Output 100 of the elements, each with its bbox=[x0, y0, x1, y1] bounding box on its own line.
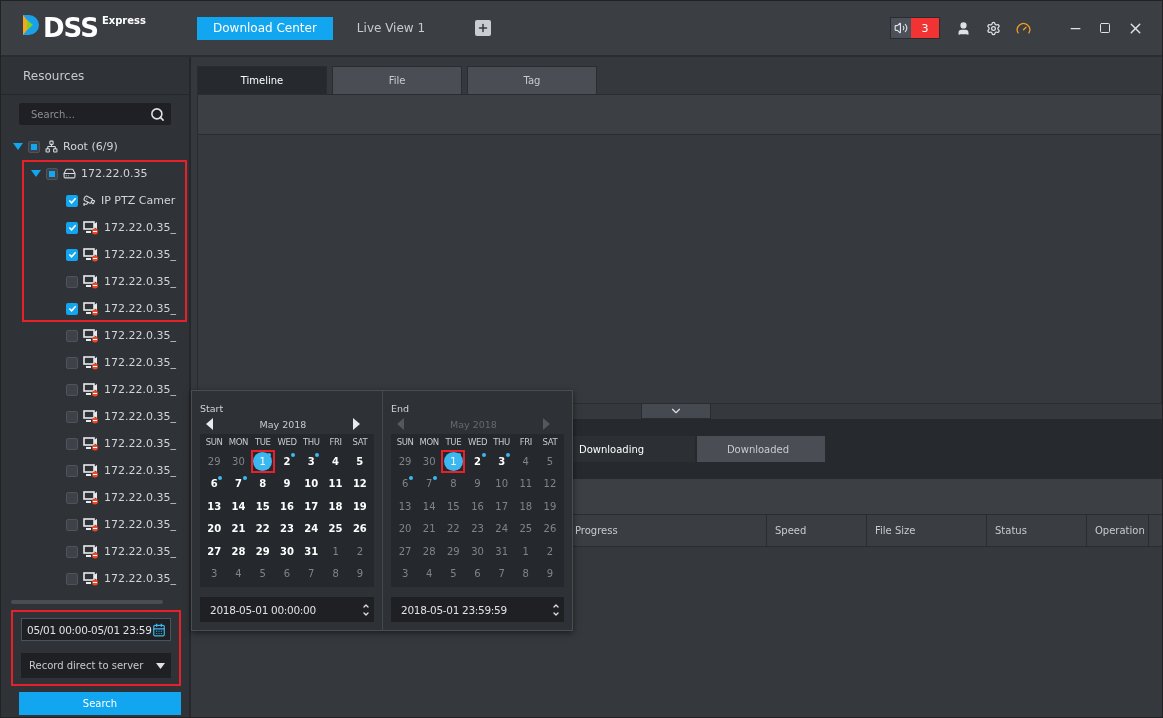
calendar-day[interactable]: 18 bbox=[323, 495, 348, 518]
checkbox[interactable] bbox=[28, 140, 40, 153]
calendar-day[interactable]: 25 bbox=[323, 517, 348, 540]
calendar-day[interactable]: 4 bbox=[417, 562, 442, 585]
calendar-day[interactable]: 4 bbox=[513, 450, 538, 473]
calendar-day[interactable]: 3 bbox=[393, 562, 418, 585]
calendar-day[interactable]: 29 bbox=[393, 450, 418, 473]
calendar-day[interactable]: 20 bbox=[393, 517, 418, 540]
calendar-day[interactable]: 6 bbox=[274, 562, 300, 585]
calendar-day[interactable]: 16 bbox=[465, 495, 490, 518]
calendar-day[interactable]: 2 bbox=[274, 450, 300, 473]
calendar-day[interactable]: 26 bbox=[537, 517, 562, 540]
tree-item-label[interactable]: 172.22.0.35_ bbox=[104, 275, 176, 288]
calendar-day[interactable]: 30 bbox=[226, 450, 251, 473]
calendar-day[interactable]: 7 bbox=[226, 472, 251, 495]
calendar-day[interactable]: 30 bbox=[417, 450, 442, 473]
tree-item-label[interactable]: 172.22.0.35_ bbox=[104, 248, 176, 261]
calendar-day[interactable]: 14 bbox=[417, 495, 442, 518]
calendar-day[interactable]: 23 bbox=[274, 517, 300, 540]
calendar-day[interactable]: 29 bbox=[202, 450, 227, 473]
checkbox[interactable] bbox=[66, 545, 78, 558]
calendar-day[interactable]: 30 bbox=[465, 540, 490, 563]
top-tab[interactable]: Live View 1 bbox=[340, 16, 442, 40]
calendar-day[interactable]: 28 bbox=[226, 540, 251, 563]
calendar-day[interactable]: 6 bbox=[393, 472, 418, 495]
calendar-icon[interactable] bbox=[152, 622, 166, 637]
checkbox[interactable] bbox=[66, 572, 78, 585]
calendar-day[interactable]: 18 bbox=[513, 495, 538, 518]
checkbox[interactable] bbox=[66, 464, 78, 477]
tree-item-label[interactable]: 172.22.0.35_ bbox=[104, 329, 176, 342]
calendar-day[interactable]: 7 bbox=[417, 472, 442, 495]
checkbox[interactable] bbox=[66, 410, 78, 423]
tree-item-label[interactable]: 172.22.0.35_ bbox=[104, 410, 176, 423]
time-range-field[interactable]: 05/01 00:00-05/01 23:59 bbox=[21, 618, 171, 641]
view-tab[interactable]: Timeline bbox=[197, 66, 327, 94]
calendar-day[interactable]: 2 bbox=[465, 450, 490, 473]
search-field[interactable]: Search... bbox=[19, 103, 171, 125]
tree-item-label[interactable]: 172.22.0.35_ bbox=[104, 545, 176, 558]
tree-item-label[interactable]: IP PTZ Camer bbox=[101, 194, 176, 207]
tree-item-label[interactable]: 172.22.0.35_ bbox=[104, 383, 176, 396]
checkbox[interactable] bbox=[66, 383, 78, 396]
calendar-day[interactable]: 4 bbox=[323, 450, 348, 473]
tree-item-label[interactable]: 172.22.0.35_ bbox=[104, 221, 176, 234]
time-field[interactable]: 2018-05-01 23:59:59 bbox=[391, 597, 564, 622]
calendar-day[interactable]: 17 bbox=[299, 495, 324, 518]
calendar-day[interactable]: 10 bbox=[489, 472, 514, 495]
checkbox[interactable] bbox=[66, 302, 78, 315]
calendar-day[interactable]: 11 bbox=[323, 472, 348, 495]
calendar-day[interactable]: 29 bbox=[250, 540, 275, 563]
calendar-day[interactable]: 8 bbox=[441, 472, 466, 495]
calendar-day[interactable]: 15 bbox=[250, 495, 275, 518]
calendar-day[interactable]: 16 bbox=[274, 495, 300, 518]
checkbox[interactable] bbox=[46, 167, 58, 180]
tree-item-label[interactable]: 172.22.0.35_ bbox=[104, 437, 176, 450]
tree-item-label[interactable]: 172.22.0.35_ bbox=[104, 302, 176, 315]
checkbox[interactable] bbox=[66, 194, 78, 207]
calendar-day[interactable]: 5 bbox=[537, 450, 562, 473]
calendar-day[interactable]: 30 bbox=[274, 540, 300, 563]
calendar-day[interactable]: 2 bbox=[347, 540, 372, 563]
calendar-day[interactable]: 8 bbox=[513, 562, 538, 585]
calendar-day[interactable]: 22 bbox=[441, 517, 466, 540]
tree-item-label[interactable]: 172.22.0.35_ bbox=[104, 464, 176, 477]
calendar-day[interactable]: 5 bbox=[441, 562, 466, 585]
calendar-day[interactable]: 31 bbox=[299, 540, 324, 563]
calendar-day[interactable]: 3 bbox=[202, 562, 227, 585]
checkbox[interactable] bbox=[66, 221, 78, 234]
calendar-day[interactable]: 7 bbox=[489, 562, 514, 585]
calendar-day[interactable]: 13 bbox=[202, 495, 227, 518]
alarm-count-badge[interactable]: 3 bbox=[911, 18, 939, 38]
calendar-day[interactable]: 4 bbox=[226, 562, 251, 585]
checkbox[interactable] bbox=[66, 248, 78, 261]
expand-caret-icon[interactable] bbox=[13, 143, 23, 150]
calendar-day[interactable]: 12 bbox=[537, 472, 562, 495]
calendar-day[interactable]: 6 bbox=[465, 562, 490, 585]
calendar-day[interactable]: 13 bbox=[393, 495, 418, 518]
calendar-day[interactable]: 24 bbox=[299, 517, 324, 540]
calendar-day[interactable]: 21 bbox=[226, 517, 251, 540]
calendar-day[interactable]: 2 bbox=[537, 540, 562, 563]
calendar-day[interactable]: 8 bbox=[250, 472, 275, 495]
calendar-day[interactable]: 11 bbox=[513, 472, 538, 495]
tree-item-label[interactable]: 172.22.0.35_ bbox=[104, 491, 176, 504]
calendar-day[interactable]: 27 bbox=[393, 540, 418, 563]
checkbox[interactable] bbox=[66, 329, 78, 342]
calendar-day[interactable]: 23 bbox=[465, 517, 490, 540]
record-source-select[interactable]: Record direct to server bbox=[21, 653, 171, 678]
calendar-day[interactable]: 24 bbox=[489, 517, 514, 540]
calendar-day[interactable]: 5 bbox=[347, 450, 372, 473]
calendar-day[interactable]: 21 bbox=[417, 517, 442, 540]
calendar-day[interactable]: 6 bbox=[202, 472, 227, 495]
calendar-day[interactable]: 1 bbox=[513, 540, 538, 563]
calendar-day[interactable]: 29 bbox=[441, 540, 466, 563]
calendar-day[interactable]: 1 bbox=[323, 540, 348, 563]
checkbox[interactable] bbox=[66, 491, 78, 504]
dropdown-caret-icon[interactable] bbox=[156, 662, 165, 669]
tree-item-label[interactable]: 172.22.0.35_ bbox=[104, 572, 176, 585]
calendar-day[interactable]: 28 bbox=[417, 540, 442, 563]
calendar-day[interactable]: 9 bbox=[465, 472, 490, 495]
calendar-day[interactable]: 12 bbox=[347, 472, 372, 495]
calendar-day[interactable]: 9 bbox=[274, 472, 300, 495]
checkbox[interactable] bbox=[66, 356, 78, 369]
